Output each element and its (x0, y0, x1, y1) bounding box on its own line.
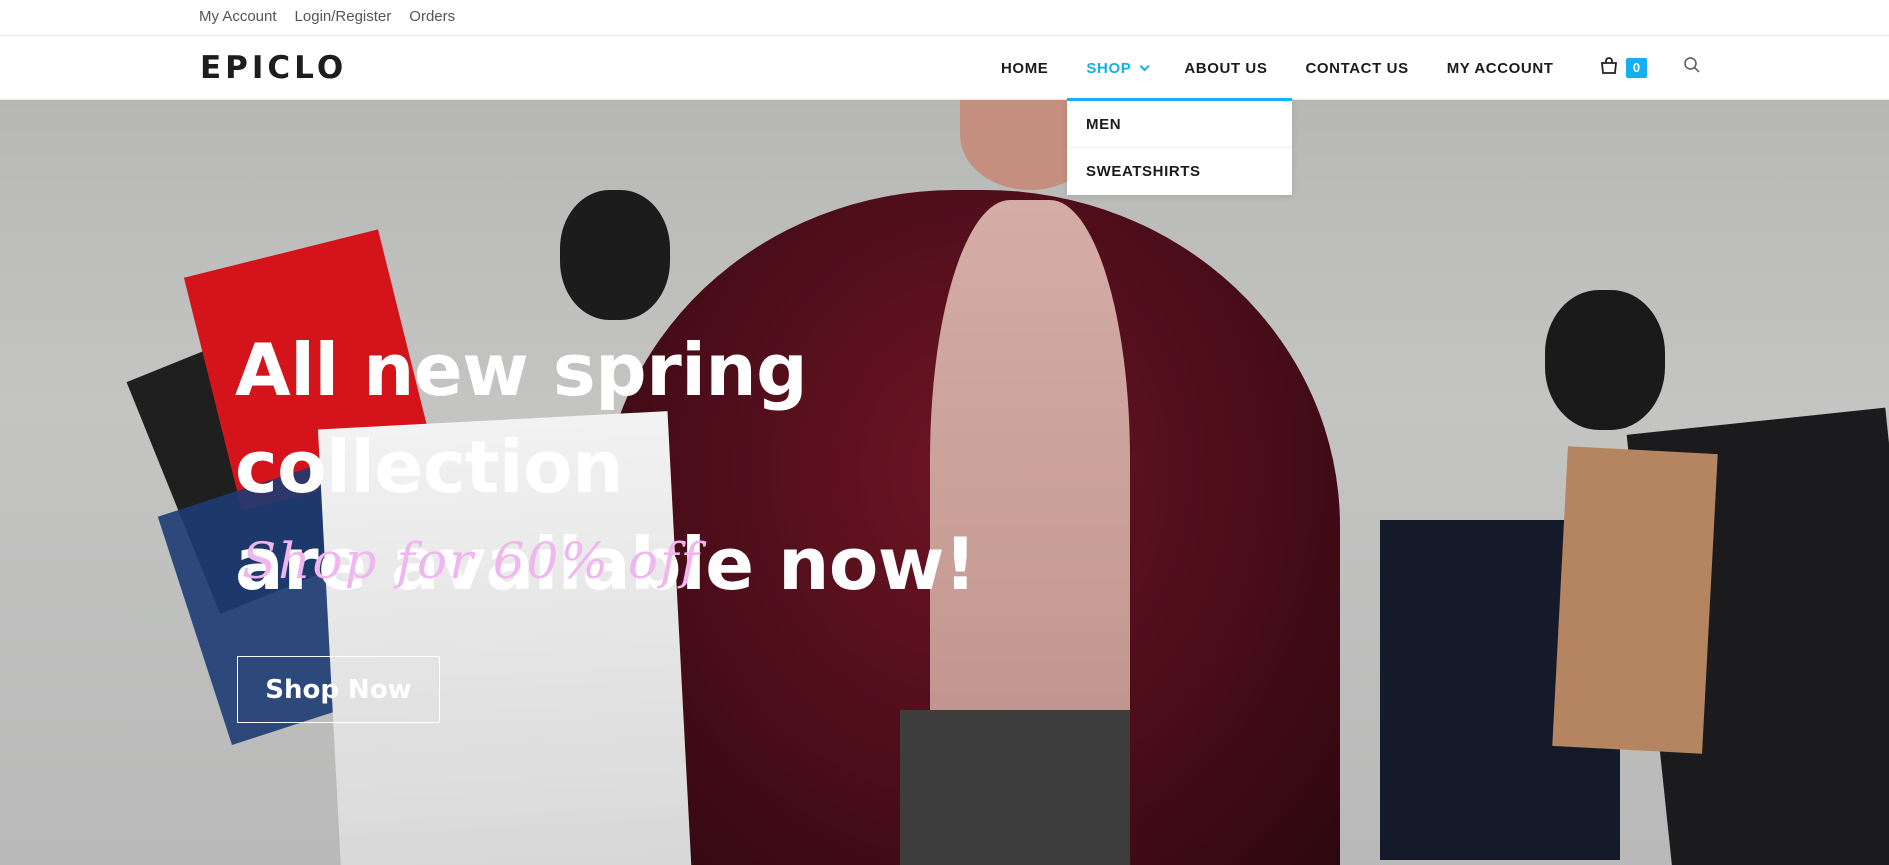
search-button[interactable] (1683, 56, 1703, 78)
top-link-my-account[interactable]: My Account (199, 8, 277, 25)
cart-button[interactable]: 0 (1600, 56, 1652, 80)
nav-label-about-us: ABOUT US (1184, 59, 1268, 77)
top-bar-links: My Account Login/Register Orders (199, 8, 455, 25)
top-bar: My Account Login/Register Orders (0, 0, 1889, 36)
dropdown-item-men[interactable]: MEN (1067, 101, 1292, 148)
cart-count-badge: 0 (1626, 58, 1647, 78)
nav-item-my-account[interactable]: MY ACCOUNT (1428, 36, 1573, 100)
hero-image-glove-right (1545, 290, 1665, 430)
nav-item-contact-us[interactable]: CONTACT US (1286, 36, 1427, 100)
main-nav: HOME SHOP ABOUT US CONTACT US MY ACCOUNT (982, 36, 1573, 100)
shop-now-button[interactable]: Shop Now (237, 656, 440, 723)
site-header: EPICLO HOME SHOP ABOUT US CONTACT US MY … (0, 36, 1889, 100)
nav-item-home[interactable]: HOME (982, 36, 1067, 100)
nav-label-contact-us: CONTACT US (1305, 59, 1409, 77)
shopping-bag-icon (1601, 57, 1617, 74)
hero-headline-line-1: All new spring collection (235, 328, 808, 509)
nav-label-shop: SHOP (1086, 59, 1132, 77)
search-icon (1684, 57, 1700, 73)
nav-item-about-us[interactable]: ABOUT US (1165, 36, 1286, 100)
nav-label-home: HOME (1001, 59, 1049, 77)
top-link-login-register[interactable]: Login/Register (295, 8, 392, 25)
nav-item-shop[interactable]: SHOP (1067, 36, 1165, 100)
shop-dropdown-menu: MEN SWEATSHIRTS (1067, 98, 1292, 195)
hero-image-bag-kraft (1552, 446, 1718, 754)
top-link-orders[interactable]: Orders (409, 8, 455, 25)
hero-banner: All new spring collection are available … (0, 100, 1889, 865)
nav-label-my-account: MY ACCOUNT (1446, 59, 1554, 77)
hero-subheadline: Shop for 60% off (242, 532, 702, 590)
chevron-down-icon (1139, 60, 1150, 71)
dropdown-item-sweatshirts[interactable]: SWEATSHIRTS (1067, 148, 1292, 195)
hero-image-glove-left (560, 190, 670, 320)
hero-image-skirt (900, 710, 1130, 865)
site-logo[interactable]: EPICLO (200, 50, 347, 86)
